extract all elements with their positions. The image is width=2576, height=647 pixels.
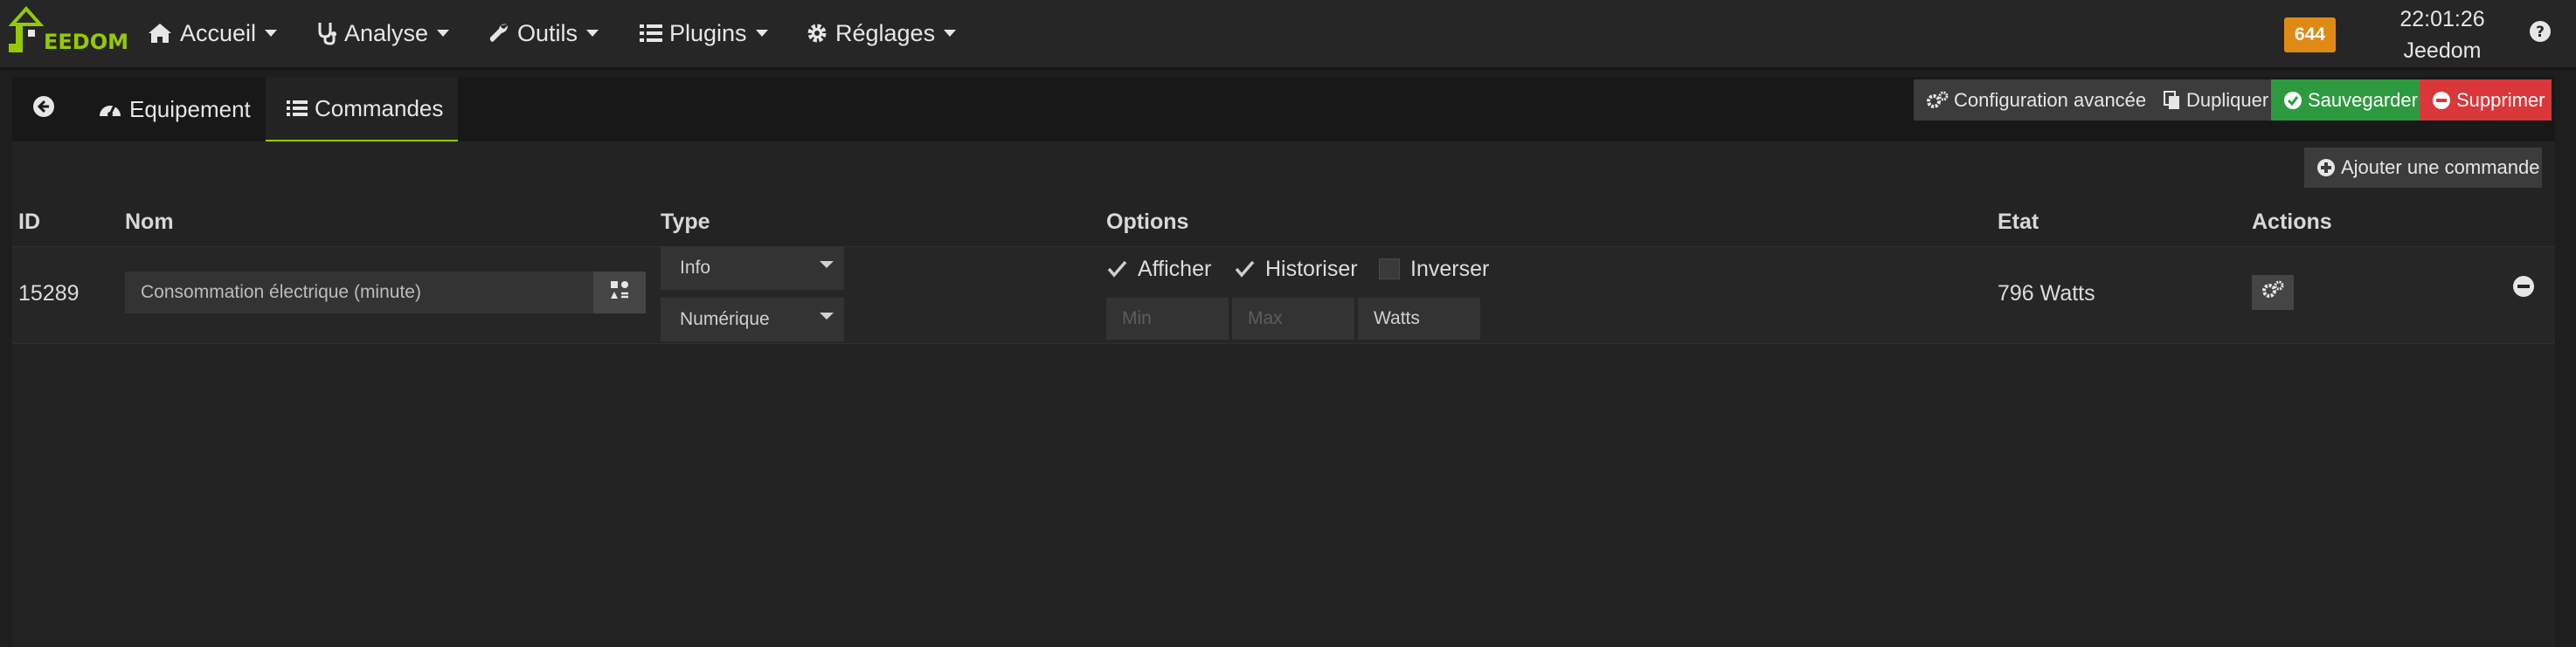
add-command-label: Ajouter une commande	[2341, 156, 2540, 178]
list-icon	[640, 24, 662, 43]
chevron-down-icon	[586, 30, 599, 37]
duplicate-label: Dupliquer	[2186, 88, 2269, 111]
remove-command-button[interactable]	[2512, 275, 2535, 298]
nav-analyse[interactable]: Analyse	[316, 0, 450, 66]
arrow-circle-left-icon	[32, 95, 55, 124]
nav-accueil-label: Accueil	[180, 19, 257, 46]
save-button[interactable]: Sauvegarder	[2271, 79, 2420, 120]
caret-down-icon	[820, 313, 834, 320]
historiser-label: Historiser	[1265, 256, 1358, 281]
cmd-config-button[interactable]	[2252, 275, 2294, 310]
inverser-label: Inverser	[1410, 256, 1490, 281]
min-value-input[interactable]: Min	[1106, 298, 1229, 340]
message-count-badge[interactable]: 644	[2284, 17, 2336, 52]
duplicate-button[interactable]: Dupliquer	[2151, 79, 2271, 120]
top-navbar: EEDOM Accueil Analyse Outils Plugins Rég	[0, 0, 2576, 70]
afficher-checkbox[interactable]: Afficher	[1106, 257, 1211, 281]
header-id: ID	[18, 210, 40, 234]
home-icon	[147, 22, 173, 45]
back-button[interactable]	[12, 77, 75, 141]
cmd-subtype-select[interactable]: Numérique	[661, 298, 844, 341]
advanced-config-button[interactable]: Configuration avancée	[1914, 79, 2151, 120]
user-name: Jeedom	[2403, 38, 2482, 63]
add-command-button[interactable]: Ajouter une commande	[2304, 148, 2542, 188]
header-actions: Actions	[2252, 210, 2332, 234]
delete-button[interactable]: Supprimer	[2420, 79, 2552, 120]
historiser-checkbox[interactable]: Historiser	[1234, 257, 1358, 281]
header-nom: Nom	[125, 210, 174, 234]
nav-outils-label: Outils	[517, 19, 578, 46]
save-label: Sauvegarder	[2308, 88, 2418, 111]
nav-plugins[interactable]: Plugins	[640, 0, 768, 66]
advanced-config-label: Configuration avancée	[1954, 88, 2147, 111]
cmd-subtype-value: Numérique	[680, 309, 770, 329]
check-circle-icon	[2283, 91, 2302, 110]
icon-picker-button[interactable]	[593, 272, 646, 313]
clock: 22:01:26 Jeedom	[2377, 3, 2508, 66]
nav-reglages[interactable]: Réglages	[806, 0, 957, 66]
nav-outils[interactable]: Outils	[488, 0, 599, 66]
chevron-down-icon	[755, 30, 768, 37]
copy-icon	[2164, 90, 2181, 110]
cogs-icon	[2261, 280, 2284, 306]
gear-icon	[806, 22, 828, 45]
plus-circle-icon	[2316, 158, 2336, 177]
brand-text: EEDOM	[44, 30, 128, 54]
inverser-checkbox[interactable]: Inverser	[1379, 257, 1489, 281]
checkmark-icon	[1234, 258, 1255, 279]
cmd-id: 15289	[18, 281, 80, 306]
cogs-icon	[1926, 91, 1949, 110]
clock-time: 22:01:26	[2399, 7, 2485, 31]
jeedom-house-icon	[9, 5, 44, 52]
nav-accueil[interactable]: Accueil	[147, 0, 278, 66]
header-options: Options	[1106, 210, 1189, 234]
minus-circle-icon	[2432, 91, 2451, 110]
caret-down-icon	[820, 261, 834, 268]
chevron-down-icon	[944, 30, 957, 37]
chevron-down-icon	[265, 30, 278, 37]
jeedom-logo[interactable]: EEDOM	[9, 3, 128, 66]
minus-circle-icon	[2512, 276, 2535, 303]
cmd-state: 796 Watts	[1998, 281, 2095, 306]
tachometer-icon	[98, 99, 122, 120]
nav-analyse-label: Analyse	[344, 19, 429, 46]
checkmark-icon	[1106, 258, 1127, 279]
tab-equipement-label: Equipement	[129, 95, 251, 122]
header-type: Type	[661, 210, 710, 234]
cmd-name-input[interactable]: Consommation électrique (minute)	[125, 272, 593, 313]
chevron-down-icon	[437, 30, 450, 37]
icons-icon	[609, 279, 630, 306]
stethoscope-icon	[316, 21, 337, 45]
tab-commandes[interactable]: Commandes	[266, 77, 458, 141]
delete-label: Supprimer	[2456, 88, 2545, 111]
unit-input[interactable]: Watts	[1358, 298, 1480, 340]
list-icon	[287, 100, 308, 117]
content-panel	[12, 77, 2555, 647]
tab-commandes-label: Commandes	[315, 94, 444, 121]
afficher-label: Afficher	[1138, 256, 1212, 281]
svg-text:?: ?	[2536, 24, 2545, 41]
unchecked-box-icon	[1379, 258, 1400, 279]
max-value-input[interactable]: Max	[1232, 298, 1354, 340]
nav-plugins-label: Plugins	[669, 19, 747, 46]
cmd-type-select[interactable]: Info	[661, 246, 844, 290]
nav-reglages-label: Réglages	[835, 19, 936, 46]
question-circle-icon[interactable]: ?	[2528, 19, 2552, 44]
wrench-icon	[488, 22, 510, 45]
tab-equipement[interactable]: Equipement	[82, 77, 267, 141]
cmd-type-value: Info	[680, 258, 711, 278]
header-etat: Etat	[1998, 210, 2039, 234]
